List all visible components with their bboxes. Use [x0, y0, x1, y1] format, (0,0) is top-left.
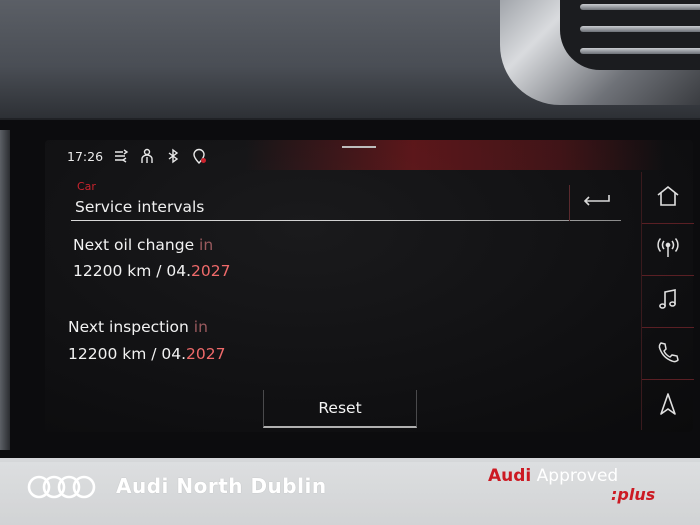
bluetooth-icon — [165, 148, 181, 164]
oil-change-label: Next oil change in — [73, 236, 214, 254]
page-title: Service intervals — [75, 198, 205, 216]
air-vent — [500, 0, 700, 105]
clock: 17:26 — [67, 148, 104, 164]
connected-services-icon — [113, 148, 129, 164]
phone-button[interactable] — [642, 328, 694, 380]
home-button[interactable] — [642, 172, 694, 224]
pull-down-handle[interactable] — [342, 146, 376, 148]
dealer-name: Audi North Dublin — [116, 474, 327, 498]
media-button[interactable] — [642, 276, 694, 328]
back-button[interactable] — [569, 185, 622, 221]
approved-plus-logo: Audi Approved — [488, 466, 619, 486]
side-rail — [641, 172, 694, 430]
oil-change-value: 12200 km / 04.2027 — [73, 262, 231, 280]
inspection-value: 12200 km / 04.2027 — [68, 345, 226, 363]
left-trim — [0, 130, 10, 450]
radio-button[interactable] — [642, 224, 694, 276]
title-divider — [71, 220, 621, 221]
location-icon — [191, 148, 207, 164]
home-icon — [655, 184, 681, 212]
music-note-icon — [655, 288, 681, 316]
plus-logo-text: :plus — [611, 485, 656, 504]
reset-button[interactable]: Reset — [263, 390, 417, 428]
navigation-button[interactable] — [642, 380, 694, 431]
breadcrumb[interactable]: Car — [77, 180, 96, 193]
phone-icon — [655, 340, 681, 368]
infotainment-screen: 17:26 Car Service intervals Next oil cha… — [45, 140, 694, 432]
back-arrow-icon — [579, 193, 613, 213]
status-bar: 17:26 — [67, 148, 207, 164]
radio-antenna-icon — [655, 236, 681, 264]
person-icon — [139, 148, 155, 164]
audi-rings-logo — [26, 474, 96, 504]
inspection-label: Next inspection in — [68, 318, 208, 336]
navigation-arrow-icon — [655, 392, 681, 420]
